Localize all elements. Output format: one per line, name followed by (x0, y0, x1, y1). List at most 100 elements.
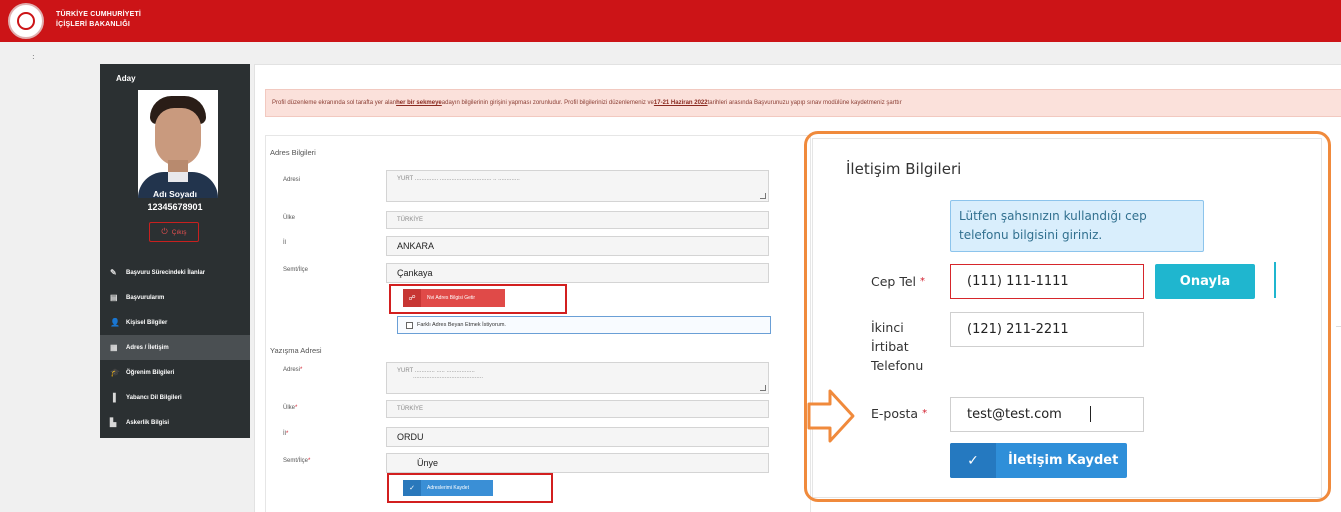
address-section-title: Adres Bilgileri (270, 148, 316, 157)
district-value: Çankaya (397, 268, 433, 278)
sidebar-item-ilanlar[interactable]: ✎ Başvuru Sürecindeki İlanlar (100, 260, 250, 285)
alert-link-tabs[interactable]: her bir sekmeye (396, 100, 442, 106)
ministry-logo[interactable] (8, 3, 44, 39)
mailing-country-field[interactable]: TÜRKİYE (386, 400, 769, 418)
mailing-city-field[interactable]: ORDU (386, 427, 769, 447)
required-mark: * (308, 458, 311, 464)
mailing-address-label-text: Adresi (283, 367, 301, 373)
highlight-box-save-addresses (387, 473, 553, 503)
mailing-district-label-text: Semt/İlçe (283, 458, 309, 464)
power-icon: ⏻ (161, 227, 168, 236)
mailing-address-label: Adresi* (283, 367, 302, 373)
alert-link-dates[interactable]: 17-21 Haziran 2022 (654, 100, 708, 106)
sidebar-item-ogrenim[interactable]: 🎓 Öğrenim Bilgileri (100, 360, 250, 385)
cep-tel-label-text: Cep Tel (871, 274, 917, 289)
address-value: YURT .............. ....................… (397, 176, 520, 182)
email-input[interactable]: test@test.com (950, 397, 1144, 432)
sidebar-item-label: Yabancı Dil Bilgileri (126, 394, 182, 401)
second-phone-label-line-3: Telefonu (871, 358, 924, 373)
edit-icon: ✎ (110, 268, 117, 277)
resize-handle-icon[interactable] (760, 193, 766, 199)
required-mark: * (295, 405, 298, 411)
cep-tel-value: (111) 111-1111 (967, 274, 1069, 289)
country-field[interactable]: TÜRKİYE (386, 211, 769, 229)
second-phone-value: (121) 211-2211 (967, 322, 1069, 337)
checkbox-label: Farklı Adres Beyan Etmek İstiyorum. (417, 322, 506, 328)
cep-tel-label: Cep Tel * (871, 272, 925, 291)
candidate-photo (138, 90, 218, 198)
alert-text-3: tarihleri arasında Başvurunuzu yapıp sın… (707, 100, 902, 106)
graduation-icon: 🎓 (110, 368, 120, 377)
resize-handle-icon[interactable] (760, 385, 766, 391)
sidebar-item-basvurularim[interactable]: ▤ Başvurularım (100, 285, 250, 310)
check-icon: ✓ (950, 443, 996, 478)
mailing-country-label: Ülke* (283, 405, 297, 411)
text-caret (1090, 406, 1091, 422)
district-field[interactable]: Çankaya (386, 263, 769, 283)
building-icon: ▙ (110, 418, 117, 427)
sidebar-item-askerlik[interactable]: ▙ Askerlik Bilgisi (100, 410, 250, 435)
info-box: Lütfen şahsınızın kullandığı cep telefon… (950, 200, 1204, 252)
mailing-country-label-text: Ülke (283, 405, 296, 411)
mailing-city-label: İl* (283, 431, 288, 437)
district-label: Semt/İlçe (283, 267, 309, 273)
mailing-address-line-2: ........................................… (413, 374, 484, 380)
sidebar-item-yabanci-dil[interactable]: ▐ Yabancı Dil Bilgileri (100, 385, 250, 410)
org-line-1: TÜRKİYE CUMHURİYETİ (56, 11, 142, 18)
sidebar-item-label: Öğrenim Bilgileri (126, 369, 175, 376)
sidebar-title: Aday (116, 74, 136, 83)
org-line-2: İÇİŞLERİ BAKANLIĞI (56, 21, 130, 28)
sidebar-item-adres-iletisim[interactable]: ▦ Adres / İletişim (100, 335, 250, 360)
highlight-box-nvi (389, 284, 567, 314)
mailing-city-value: ORDU (397, 432, 424, 442)
address-textarea[interactable]: YURT .............. ....................… (386, 170, 769, 202)
city-field[interactable]: ANKARA (386, 236, 769, 256)
mailing-district-label: Semt/İlçe* (283, 458, 310, 464)
arrow-right-icon (807, 389, 855, 443)
org-name: TÜRKİYE CUMHURİYETİ İÇİŞLERİ BAKANLIĞI (56, 10, 141, 30)
mailing-district-value: Ünye (417, 458, 439, 468)
cep-tel-input[interactable]: (111) 111-1111 (950, 264, 1144, 299)
approve-button[interactable]: Onayla (1155, 264, 1255, 299)
sidebar-item-label: Kişisel Bilgiler (126, 319, 168, 326)
save-contact-button[interactable]: ✓ İletişim Kaydet (950, 443, 1127, 478)
country-value: TÜRKİYE (397, 217, 424, 223)
candidate-name: Adı Soyadı (153, 189, 197, 199)
different-address-checkbox[interactable]: Farklı Adres Beyan Etmek İstiyorum. (397, 316, 771, 334)
save-contact-label: İletişim Kaydet (1008, 453, 1119, 468)
sidebar-item-kisisel[interactable]: 👤 Kişisel Bilgiler (100, 310, 250, 335)
second-phone-label: İkinci İrtibat Telefonu (871, 318, 923, 375)
alert-text-2: adayın bilgilerinin girişini yapması zor… (441, 100, 654, 106)
sidebar-item-label: Askerlik Bilgisi (126, 419, 170, 426)
contact-section-title: İletişim Bilgileri (846, 160, 962, 178)
alert-text-1: Profil düzenleme ekranında sol tarafta y… (272, 100, 397, 106)
email-value: test@test.com (967, 407, 1062, 422)
sidebar-item-label: Başvuru Sürecindeki İlanlar (126, 269, 206, 276)
country-label: Ülke (283, 215, 296, 221)
mailing-address-textarea[interactable]: YURT ............ ..... ................… (386, 362, 769, 394)
panel-edge (1336, 326, 1341, 327)
book-icon: ▐ (110, 393, 116, 402)
city-value: ANKARA (397, 241, 435, 251)
email-label: E-posta * (871, 404, 927, 423)
scroll-indicator (1274, 262, 1276, 298)
mailing-district-field[interactable]: Ünye (386, 453, 769, 473)
second-phone-label-line-2: İrtibat (871, 339, 909, 354)
sidebar-item-label: Adres / İletişim (126, 344, 169, 351)
page-marker: : (32, 52, 35, 61)
second-phone-label-line-1: İkinci (871, 320, 904, 335)
top-bar: TÜRKİYE CUMHURİYETİ İÇİŞLERİ BAKANLIĞI (0, 0, 1341, 42)
logo-emblem (17, 12, 35, 30)
sidebar: Aday Adı Soyadı 12345678901 ⏻ Çıkış ✎ Baş… (100, 64, 250, 438)
mailing-country-value: TÜRKİYE (397, 406, 424, 412)
document-icon: ▤ (110, 293, 118, 302)
city-label: İl (283, 240, 286, 246)
required-mark: * (300, 367, 303, 373)
checkbox-icon[interactable] (406, 321, 413, 329)
logout-label: Çıkış (171, 228, 187, 236)
address-card-icon: ▦ (110, 343, 118, 352)
second-phone-input[interactable]: (121) 211-2211 (950, 312, 1144, 347)
required-mark: * (922, 408, 928, 419)
logout-button[interactable]: ⏻ Çıkış (149, 222, 199, 242)
profile-alert: Profil düzenleme ekranında sol tarafta y… (265, 89, 1341, 117)
